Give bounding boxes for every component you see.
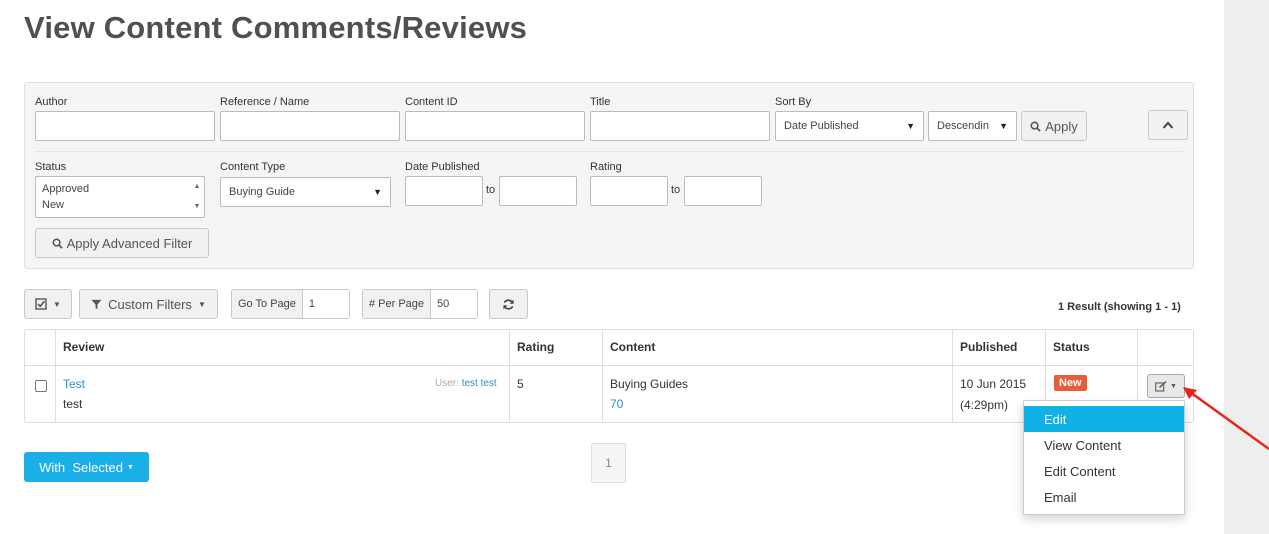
reference-input[interactable] <box>220 111 400 141</box>
apply-button[interactable]: Apply <box>1021 111 1087 141</box>
listbox-scrollbar[interactable]: ▲ ▼ <box>192 179 202 215</box>
search-icon <box>1030 121 1041 132</box>
custom-filters-label: Custom Filters <box>108 296 192 312</box>
date-from-input[interactable] <box>405 176 483 206</box>
menu-item-edit[interactable]: Edit <box>1024 406 1184 432</box>
author-input[interactable] <box>35 111 215 141</box>
table-header <box>25 330 1193 366</box>
column-divider <box>952 330 953 422</box>
scroll-down-icon[interactable]: ▼ <box>194 199 201 215</box>
filter-divider <box>35 151 1183 152</box>
published-time: (4:29pm) <box>960 398 1009 412</box>
author-label: Author <box>35 96 68 108</box>
per-page-label: # Per Page <box>363 290 432 318</box>
result-count: 1 Result (showing 1 - 1) <box>1058 301 1181 313</box>
column-divider <box>602 330 603 422</box>
filter-panel: Author Reference / Name Content ID Title… <box>24 82 1194 269</box>
caret-down-icon: ▼ <box>906 121 915 131</box>
rating-to-input[interactable] <box>684 176 762 206</box>
review-body: test <box>63 397 83 411</box>
with-selected-label: With Selected <box>39 459 123 475</box>
content-type-label: Content Type <box>220 161 286 173</box>
caret-down-icon: ▼ <box>373 187 382 197</box>
menu-item-email[interactable]: Email <box>1024 484 1184 510</box>
row-actions-button[interactable]: ▼ <box>1147 374 1185 398</box>
rating-label: Rating <box>590 161 622 173</box>
apply-advanced-label: Apply Advanced Filter <box>66 235 193 251</box>
status-option-new[interactable]: New <box>42 197 198 213</box>
caret-down-icon: ▼ <box>197 299 206 309</box>
caret-down-icon: ▼ <box>126 463 134 471</box>
header-rating[interactable]: Rating <box>517 340 554 354</box>
status-badge: New <box>1054 375 1087 391</box>
apply-label: Apply <box>1045 118 1078 134</box>
sort-by-value: Date Published <box>784 120 859 132</box>
row-checkbox[interactable] <box>35 380 47 392</box>
go-to-page-group: Go To Page 1 <box>231 289 350 319</box>
go-to-page-input[interactable]: 1 <box>302 290 349 318</box>
content-id-label: Content ID <box>405 96 458 108</box>
status-listbox[interactable]: Approved New ▲ ▼ <box>35 176 205 218</box>
header-review[interactable]: Review <box>63 340 104 354</box>
sort-order-value: Descendin <box>937 120 989 132</box>
title-input[interactable] <box>590 111 770 141</box>
scroll-up-icon[interactable]: ▲ <box>194 179 201 195</box>
page-title: View Content Comments/Reviews <box>24 10 528 45</box>
published-date: 10 Jun 2015 <box>960 377 1027 391</box>
user-prefix: User: <box>435 378 459 389</box>
right-gutter <box>1224 0 1269 534</box>
title-label: Title <box>590 96 611 108</box>
date-to-input[interactable] <box>499 176 577 206</box>
header-published[interactable]: Published <box>960 340 1017 354</box>
reviews-table: Review Rating Content Published Status T… <box>24 329 1194 423</box>
rating-to-label: to <box>671 184 681 196</box>
content-type-select[interactable]: Buying Guide ▼ <box>220 177 391 207</box>
review-title-link[interactable]: Test <box>63 377 85 391</box>
column-divider <box>55 330 56 422</box>
sort-by-label: Sort By <box>775 96 812 108</box>
row-actions-menu: Edit View Content Edit Content Email <box>1023 400 1185 515</box>
per-page-group: # Per Page 50 <box>362 289 478 319</box>
content-id-link[interactable]: 70 <box>610 397 623 411</box>
page-1-button[interactable]: 1 <box>591 443 626 483</box>
column-divider <box>509 330 510 422</box>
collapse-filters-button[interactable] <box>1148 110 1188 140</box>
content-type-value: Buying Guides <box>610 377 689 391</box>
filter-icon <box>91 299 102 309</box>
status-option-approved[interactable]: Approved <box>42 181 198 197</box>
caret-down-icon: ▼ <box>53 299 61 309</box>
sort-by-select[interactable]: Date Published ▼ <box>775 111 924 141</box>
reference-label: Reference / Name <box>220 96 310 108</box>
menu-item-edit-content[interactable]: Edit Content <box>1024 458 1184 484</box>
header-content[interactable]: Content <box>610 340 655 354</box>
apply-advanced-filter-button[interactable]: Apply Advanced Filter <box>35 228 209 258</box>
go-to-page-label: Go To Page <box>232 290 303 318</box>
rating-value: 5 <box>517 377 524 391</box>
checkbox-icon <box>35 298 47 310</box>
content-type-value: Buying Guide <box>229 186 296 198</box>
content-id-input[interactable] <box>405 111 585 141</box>
refresh-button[interactable] <box>489 289 528 319</box>
status-label: Status <box>35 161 67 173</box>
sort-order-select[interactable]: Descendin ▼ <box>928 111 1017 141</box>
user-name-link[interactable]: test test <box>462 378 497 389</box>
review-user: User: test test <box>435 378 497 389</box>
edit-icon <box>1155 380 1167 392</box>
search-icon <box>52 238 63 249</box>
chevron-up-icon <box>1162 121 1174 129</box>
date-published-label: Date Published <box>405 161 480 173</box>
menu-item-view-content[interactable]: View Content <box>1024 432 1184 458</box>
caret-down-icon: ▼ <box>999 121 1008 131</box>
rating-from-input[interactable] <box>590 176 668 206</box>
header-status[interactable]: Status <box>1053 340 1090 354</box>
date-to-label: to <box>486 184 496 196</box>
custom-filters-button[interactable]: Custom Filters ▼ <box>79 289 218 319</box>
refresh-icon <box>503 298 514 310</box>
bulk-select-button[interactable]: ▼ <box>24 289 72 319</box>
per-page-input[interactable]: 50 <box>431 290 477 318</box>
caret-down-icon: ▼ <box>1170 382 1177 390</box>
with-selected-button[interactable]: With Selected ▼ <box>24 452 149 482</box>
